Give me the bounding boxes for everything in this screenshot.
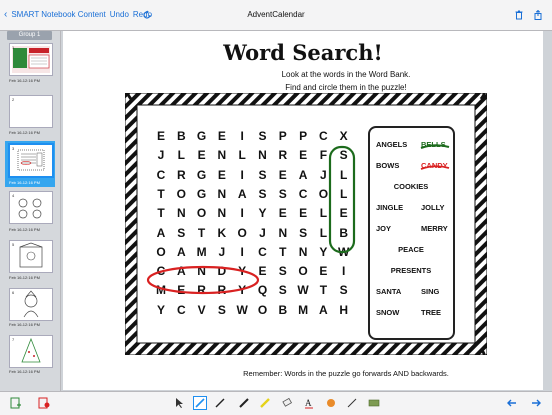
page-number: 1 bbox=[12, 45, 15, 50]
footer-note: Remember: Words in the puzzle go forward… bbox=[243, 369, 449, 378]
page-thumbnail-6[interactable]: 6 bbox=[9, 288, 53, 321]
text-icon[interactable]: A bbox=[303, 397, 315, 409]
word-bank-item-merry: MERRY bbox=[421, 224, 448, 233]
word-bank-item-snow: SNOW bbox=[376, 308, 400, 317]
page-thumbnail-7[interactable]: 7 bbox=[9, 335, 53, 368]
annotation-layer bbox=[146, 145, 356, 295]
highlighter-icon[interactable] bbox=[259, 397, 271, 409]
eraser-icon[interactable] bbox=[281, 397, 293, 409]
word-bank-item-presents: PRESENTS bbox=[390, 266, 432, 275]
page-date: Feb 16-12:16 PM bbox=[9, 227, 40, 232]
trash-icon[interactable] bbox=[514, 10, 524, 20]
line-icon[interactable] bbox=[346, 397, 358, 409]
page-number: 3 bbox=[12, 146, 15, 151]
word-bank-item-santa: SANTA bbox=[376, 287, 402, 296]
advent-calendar-preview-icon bbox=[12, 46, 50, 73]
page-date: Feb 16-12:16 PM bbox=[9, 275, 40, 280]
santa-preview-icon bbox=[23, 290, 39, 318]
page-thumbnail-4[interactable]: 4 bbox=[9, 191, 53, 224]
page-number: 5 bbox=[12, 242, 15, 247]
shape-icon[interactable] bbox=[368, 397, 380, 409]
document-title: AdventCalendar bbox=[247, 10, 305, 19]
page-thumbnail-1[interactable]: 1 bbox=[9, 43, 53, 76]
page-thumbnail-2[interactable]: 2 bbox=[9, 95, 53, 128]
svg-text:A: A bbox=[305, 398, 312, 408]
marker-icon[interactable] bbox=[238, 397, 250, 409]
bottom-toolbar: A bbox=[0, 391, 552, 415]
page-number: 4 bbox=[12, 193, 15, 198]
calligraphy-pen-icon[interactable] bbox=[214, 397, 226, 409]
page-date: Feb 16-12:16 PM bbox=[9, 130, 40, 135]
word-bank-item-bows: BOWS bbox=[376, 161, 400, 170]
select-arrow-icon[interactable] bbox=[173, 397, 185, 409]
word-bank-item-sing: SING bbox=[421, 287, 440, 296]
group-tab[interactable]: Group 1 bbox=[7, 31, 52, 40]
page-date: Feb 16-12:16 PM bbox=[9, 180, 40, 185]
sleds-circle bbox=[328, 145, 356, 254]
pen-icon[interactable] bbox=[193, 396, 207, 410]
fill-icon[interactable] bbox=[325, 397, 337, 409]
page-date: Feb 16-12:16 PM bbox=[9, 78, 40, 83]
word-bank-item-candy: CANDY bbox=[421, 161, 448, 170]
notebook-canvas[interactable]: Word Search! Look at the words in the Wo… bbox=[63, 31, 543, 390]
word-bank-item-angels: ANGELS bbox=[376, 140, 408, 149]
next-page-icon[interactable] bbox=[530, 397, 542, 409]
page-date: Feb 16-12:16 PM bbox=[9, 322, 40, 327]
word-bank-item-bells: BELLS bbox=[421, 140, 446, 149]
page-date: Feb 16-12:16 PM bbox=[9, 369, 40, 374]
word-bank-item-cookies: COOKIES bbox=[393, 182, 429, 191]
word-search-preview-icon bbox=[17, 149, 45, 171]
page-number: 6 bbox=[12, 290, 15, 295]
share-icon[interactable] bbox=[533, 10, 543, 20]
gingerbread-preview-icon bbox=[19, 242, 43, 268]
add-page-icon[interactable] bbox=[10, 397, 22, 409]
christmas-tree-preview-icon bbox=[21, 337, 41, 363]
word-bank-item-peace: PEACE bbox=[398, 245, 424, 254]
previous-page-icon[interactable] bbox=[506, 397, 518, 409]
word-bank-item-jingle: JINGLE bbox=[376, 203, 404, 212]
word-bank-item-jolly: JOLLY bbox=[421, 203, 445, 212]
page-number: 7 bbox=[12, 337, 15, 342]
page-thumbnail-3[interactable]: 3 bbox=[8, 143, 54, 178]
page-thumbnail-5[interactable]: 5 bbox=[9, 240, 53, 273]
word-bank-item-tree: TREE bbox=[421, 308, 442, 317]
word-bank-item-joy: JOY bbox=[376, 224, 392, 233]
ornaments-preview-icon bbox=[18, 198, 42, 219]
top-bar: ‹ SMART Notebook Content Undo Redo Adven… bbox=[0, 0, 552, 31]
delete-page-icon[interactable] bbox=[38, 397, 50, 409]
page-number: 2 bbox=[12, 97, 15, 102]
